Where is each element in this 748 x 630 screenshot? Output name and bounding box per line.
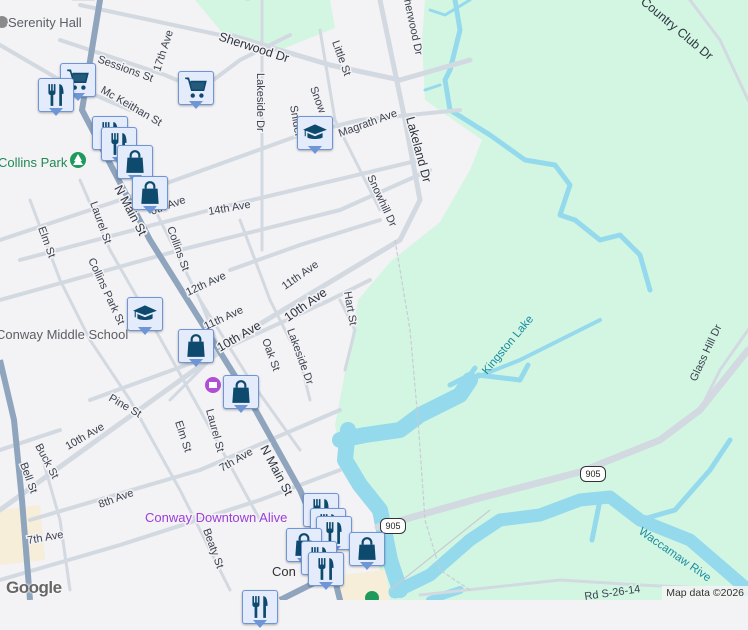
poi-label: Serenity Hall	[8, 15, 82, 30]
graduation-cap-icon	[302, 120, 328, 146]
serenity-hall-poi[interactable]: Serenity Hall	[0, 14, 83, 32]
shopping-marker[interactable]	[223, 375, 259, 415]
conway-middle-school-poi[interactable]: Conway Middle School	[0, 326, 130, 344]
conway-downtown-alive-poi[interactable]: Conway Downtown Alive	[144, 509, 289, 527]
route-905-shield: 905	[580, 466, 606, 482]
downtown-area-2	[340, 570, 390, 600]
restaurant-marker[interactable]	[308, 552, 344, 592]
fork-knife-icon	[313, 556, 339, 582]
shopping-marker[interactable]	[178, 329, 214, 369]
map-canvas[interactable]: Serenity Hall Collins Park Conway Middle…	[0, 0, 748, 600]
street-label: Lakeside Dr	[254, 73, 266, 132]
school-marker[interactable]	[127, 297, 163, 337]
museum-poi[interactable]	[205, 377, 221, 393]
map-attribution[interactable]: Map data ©2026	[662, 586, 748, 600]
graduation-cap-icon	[132, 301, 158, 327]
restaurant-marker[interactable]	[242, 590, 278, 630]
poi-label: Conway Middle School	[0, 327, 128, 342]
shopping-marker[interactable]	[132, 176, 168, 216]
museum-glyph	[209, 382, 217, 388]
restaurant-marker[interactable]	[38, 78, 74, 118]
shopping-marker[interactable]	[349, 532, 385, 572]
fork-knife-icon	[43, 82, 69, 108]
shopping-cart-icon	[183, 75, 209, 101]
shopping-bag-icon	[122, 149, 148, 175]
poi-label: Conway Downtown Alive	[145, 510, 287, 525]
google-logo: Google	[6, 578, 62, 597]
poi-label: Collins Park	[0, 155, 68, 170]
shopping-bag-icon	[354, 536, 380, 562]
shopping-bag-icon	[183, 333, 209, 359]
fork-knife-icon	[247, 594, 273, 620]
shopping-bag-icon	[228, 379, 254, 405]
school-marker[interactable]	[297, 116, 333, 156]
shopping-bag-icon	[137, 180, 163, 206]
grocery-marker[interactable]	[178, 71, 214, 111]
